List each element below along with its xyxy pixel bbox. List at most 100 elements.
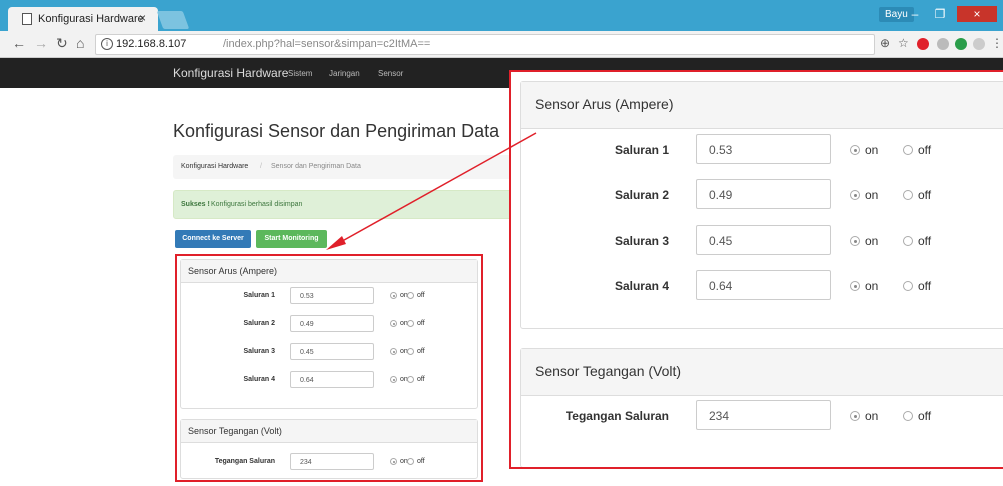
- panel-heading: Sensor Tegangan (Volt): [181, 420, 477, 443]
- alert-status: Sukses !: [181, 201, 210, 208]
- panel-title: Sensor Arus (Ampere): [535, 96, 674, 112]
- field-label: Saluran 4: [614, 279, 669, 293]
- value-input[interactable]: 234: [696, 400, 831, 430]
- url-path: /index.php?hal=sensor&simpan=c2ItMA==: [223, 38, 431, 50]
- maximize-button[interactable]: ❐: [928, 6, 952, 22]
- field-label: Tegangan Saluran: [565, 409, 669, 423]
- radio-off[interactable]: [903, 411, 913, 421]
- browser-tab[interactable]: Konfigurasi Hardware ×: [8, 7, 158, 31]
- success-alert: Sukses ! Konfigurasi berhasil disimpan: [173, 190, 515, 219]
- radio-off[interactable]: [407, 376, 414, 383]
- opera-extension-icon[interactable]: [917, 38, 929, 50]
- radio-on[interactable]: [850, 236, 860, 246]
- browser-titlebar: Konfigurasi Hardware × Bayu – ❐ ×: [0, 0, 1003, 31]
- radio-on[interactable]: [850, 190, 860, 200]
- radio-off[interactable]: [903, 281, 913, 291]
- alert-message: Konfigurasi berhasil disimpan: [211, 201, 303, 208]
- bookmark-star-icon[interactable]: ☆: [898, 36, 909, 50]
- field-label: Tegangan Saluran: [214, 458, 275, 465]
- breadcrumb-current: Sensor dan Pengiriman Data: [271, 163, 361, 170]
- field-label: Saluran 1: [614, 143, 669, 157]
- panel-title: Sensor Arus (Ampere): [188, 266, 278, 276]
- start-monitoring-button[interactable]: Start Monitoring: [256, 230, 327, 248]
- value-input[interactable]: 0.45: [696, 225, 831, 255]
- radio-on[interactable]: [390, 458, 397, 465]
- browser-toolbar: ← → ↻ ⌂ i 192.168.8.107 /index.php?hal=s…: [0, 31, 1003, 58]
- value-input[interactable]: 0.53: [290, 287, 374, 304]
- info-icon[interactable]: i: [101, 38, 113, 50]
- radio-off[interactable]: [407, 348, 414, 355]
- new-tab-button[interactable]: [156, 11, 190, 29]
- field-label: Saluran 3: [243, 348, 275, 355]
- radio-off[interactable]: [407, 292, 414, 299]
- radio-on[interactable]: [390, 292, 397, 299]
- radio-off[interactable]: [903, 145, 913, 155]
- radio-on[interactable]: [850, 411, 860, 421]
- value-input[interactable]: 0.64: [696, 270, 831, 300]
- forward-arrow-icon[interactable]: →: [34, 35, 48, 51]
- nav-link-jaringan[interactable]: Jaringan: [329, 69, 360, 78]
- radio-on[interactable]: [390, 376, 397, 383]
- radio-off-label: off: [918, 188, 932, 202]
- breadcrumb: Konfigurasi Hardware / Sensor dan Pengir…: [173, 155, 513, 179]
- radio-off-label: off: [417, 376, 425, 383]
- value-input[interactable]: 0.45: [290, 343, 374, 360]
- radio-off-label: off: [918, 234, 932, 248]
- extension-icon[interactable]: [973, 38, 985, 50]
- tab-close-icon[interactable]: ×: [139, 11, 146, 25]
- radio-on[interactable]: [390, 348, 397, 355]
- nav-link-sensor[interactable]: Sensor: [378, 69, 403, 78]
- menu-icon[interactable]: ⋮: [991, 36, 1003, 50]
- field-label: Saluran 2: [614, 188, 669, 202]
- minimize-button[interactable]: –: [903, 6, 927, 22]
- value-input[interactable]: 0.49: [290, 315, 374, 332]
- breadcrumb-separator: /: [260, 163, 262, 170]
- radio-off-label: off: [417, 458, 425, 465]
- close-window-button[interactable]: ×: [957, 6, 997, 22]
- zoom-callout: Sensor Arus (Ampere) Sensor Tegangan (Vo…: [509, 70, 1003, 469]
- radio-off[interactable]: [903, 236, 913, 246]
- page-title: Konfigurasi Sensor dan Pengiriman Data: [173, 121, 500, 141]
- url-host: 192.168.8.107: [116, 38, 187, 50]
- radio-off[interactable]: [407, 320, 414, 327]
- panel-title: Sensor Tegangan (Volt): [535, 363, 682, 379]
- panel-heading: Sensor Arus (Ampere): [521, 82, 1003, 129]
- nav-link-sistem[interactable]: Sistem: [288, 69, 312, 78]
- radio-off-label: off: [417, 320, 425, 327]
- sensor-tegangan-panel: Sensor Tegangan (Volt): [180, 419, 478, 479]
- radio-on[interactable]: [850, 145, 860, 155]
- reload-icon[interactable]: ↻: [56, 35, 68, 52]
- back-arrow-icon[interactable]: ←: [12, 35, 26, 51]
- navbar-brand[interactable]: Konfigurasi Hardware: [173, 66, 288, 80]
- panel-heading: Sensor Arus (Ampere): [181, 260, 477, 283]
- extension-icon[interactable]: [937, 38, 949, 50]
- connect-server-button[interactable]: Connect ke Server: [175, 230, 251, 248]
- zoom-icon[interactable]: ⊕: [880, 36, 890, 50]
- tab-title: Konfigurasi Hardware: [38, 13, 144, 25]
- radio-on[interactable]: [850, 281, 860, 291]
- breadcrumb-home-link[interactable]: Konfigurasi Hardware: [181, 163, 248, 170]
- radio-on-label: on: [865, 279, 879, 293]
- field-label: Saluran 3: [614, 234, 669, 248]
- value-input[interactable]: 0.49: [696, 179, 831, 209]
- radio-on[interactable]: [390, 320, 397, 327]
- page-icon: [22, 13, 32, 25]
- value-input[interactable]: 234: [290, 453, 374, 470]
- radio-off[interactable]: [903, 190, 913, 200]
- radio-off-label: off: [918, 409, 932, 423]
- field-label: Saluran 2: [243, 320, 275, 327]
- radio-off-label: off: [417, 348, 425, 355]
- address-bar[interactable]: i 192.168.8.107 /index.php?hal=sensor&si…: [95, 34, 875, 55]
- radio-on-label: on: [865, 409, 879, 423]
- radio-off-label: off: [417, 292, 425, 299]
- home-icon[interactable]: ⌂: [76, 35, 84, 51]
- panel-heading: Sensor Tegangan (Volt): [521, 349, 1003, 396]
- radio-on-label: on: [865, 188, 879, 202]
- value-input[interactable]: 0.53: [696, 134, 831, 164]
- drive-extension-icon[interactable]: [955, 38, 967, 50]
- radio-on-label: on: [865, 234, 879, 248]
- value-input[interactable]: 0.64: [290, 371, 374, 388]
- field-label: Saluran 4: [243, 376, 275, 383]
- radio-off-label: off: [918, 143, 932, 157]
- radio-off[interactable]: [407, 458, 414, 465]
